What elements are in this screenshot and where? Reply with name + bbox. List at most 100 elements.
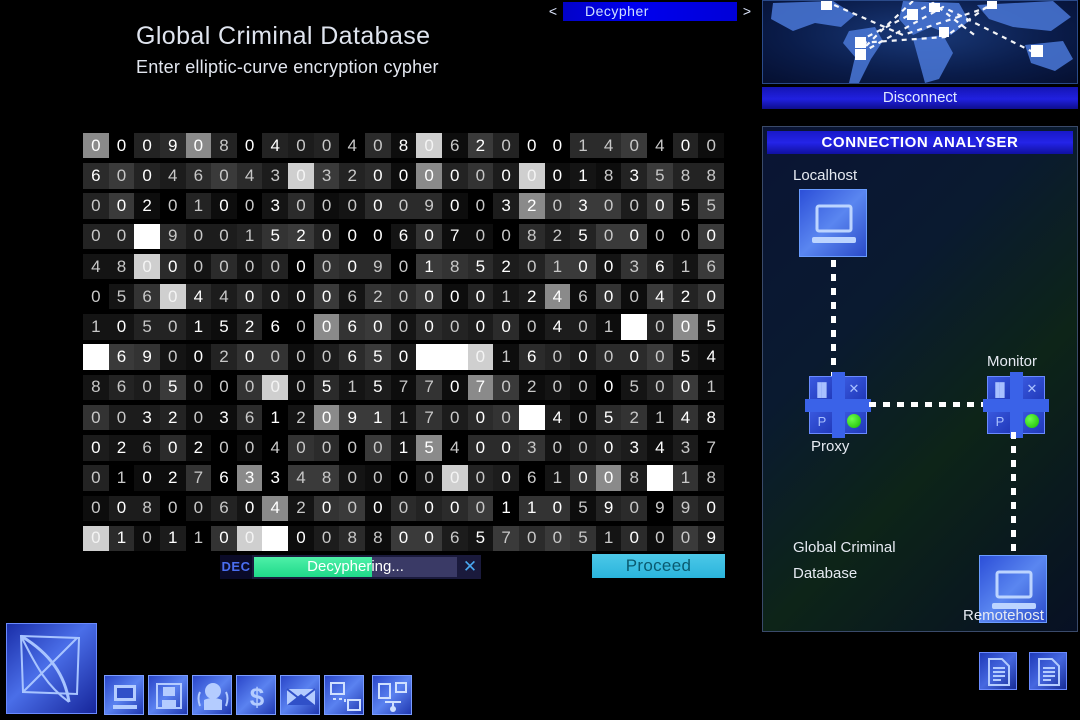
digit-cell[interactable]: 0 <box>159 435 186 461</box>
digit-cell[interactable]: 0 <box>647 344 673 370</box>
monitor-node[interactable]: ▐▌ ✕ P <box>983 372 1049 438</box>
digit-cell[interactable]: 2 <box>365 284 391 310</box>
digit-cell[interactable]: 2 <box>211 344 237 370</box>
digit-cell[interactable]: 0 <box>288 435 314 461</box>
digit-cell[interactable]: 0 <box>262 284 289 310</box>
digit-cell[interactable]: 9 <box>159 223 186 249</box>
digit-cell[interactable]: 0 <box>365 314 391 340</box>
digit-cell[interactable]: 4 <box>262 495 289 521</box>
digit-cell[interactable]: 0 <box>83 223 109 249</box>
digit-cell[interactable]: 0 <box>570 344 596 370</box>
digit-cell[interactable]: 6 <box>134 284 160 310</box>
digit-cell[interactable]: 2 <box>544 223 571 249</box>
digit-cell[interactable]: 0 <box>416 344 442 370</box>
digit-cell[interactable]: 5 <box>365 344 391 370</box>
connection-icon[interactable] <box>372 675 412 715</box>
digit-cell[interactable]: 0 <box>339 223 366 249</box>
digit-cell[interactable]: 1 <box>595 525 622 552</box>
digit-cell[interactable]: 0 <box>83 133 109 159</box>
digit-cell[interactable]: 0 <box>365 465 391 491</box>
digit-cell[interactable]: 0 <box>211 374 237 401</box>
digit-cell[interactable]: 0 <box>467 163 494 189</box>
cypher-digit-grid[interactable]: 0009080400408062000140400600460430320000… <box>83 133 724 556</box>
digit-cell[interactable]: 0 <box>518 525 545 552</box>
digit-cell[interactable]: 5 <box>672 344 699 370</box>
digit-cell[interactable]: 1 <box>672 253 699 280</box>
digit-cell[interactable]: 7 <box>185 465 212 491</box>
digit-cell[interactable]: 0 <box>647 223 673 249</box>
digit-cell[interactable]: 0 <box>441 163 468 189</box>
digit-cell[interactable]: 0 <box>544 435 571 461</box>
digit-cell[interactable]: 5 <box>570 223 596 249</box>
digit-cell[interactable]: 4 <box>288 465 314 491</box>
world-map-panel[interactable] <box>762 0 1078 84</box>
digit-cell[interactable]: 0 <box>544 133 571 159</box>
digit-cell[interactable]: 0 <box>288 525 314 552</box>
digit-cell[interactable]: 0 <box>83 525 109 552</box>
digit-cell[interactable]: 0 <box>339 495 366 521</box>
digit-cell[interactable]: 5 <box>416 435 442 461</box>
digit-cell[interactable]: 9 <box>365 253 391 280</box>
digit-cell[interactable]: 0 <box>467 404 494 431</box>
digit-cell[interactable]: 0 <box>236 133 263 159</box>
contacts-icon[interactable] <box>192 675 232 715</box>
digit-cell[interactable]: 0 <box>416 465 442 491</box>
digit-cell[interactable]: 0 <box>211 193 237 219</box>
digit-cell[interactable]: 4 <box>647 133 673 159</box>
digit-cell[interactable]: 0 <box>365 133 391 159</box>
digit-cell[interactable]: 4 <box>339 133 366 159</box>
digit-cell[interactable]: 1 <box>544 465 571 491</box>
digit-cell[interactable]: 0 <box>416 314 442 340</box>
digit-cell[interactable]: 0 <box>441 465 468 491</box>
digit-cell[interactable]: 1 <box>544 253 571 280</box>
digit-cell[interactable]: 0 <box>134 465 160 491</box>
digit-cell[interactable]: 0 <box>544 344 571 370</box>
digit-cell[interactable]: 0 <box>441 374 468 401</box>
digit-cell[interactable]: 0 <box>390 163 417 189</box>
digit-cell[interactable]: 0 <box>441 314 468 340</box>
digit-cell[interactable]: 0 <box>647 374 673 401</box>
digit-cell[interactable]: 0 <box>313 495 340 521</box>
digit-cell[interactable]: 0 <box>672 133 699 159</box>
digit-cell[interactable]: 0 <box>595 253 622 280</box>
digit-cell[interactable]: 0 <box>313 525 340 552</box>
digit-cell[interactable]: 6 <box>518 344 545 370</box>
digit-cell[interactable]: 0 <box>595 374 622 401</box>
digit-cell[interactable]: 8 <box>211 133 237 159</box>
digit-cell[interactable]: 1 <box>236 223 263 249</box>
digit-cell[interactable]: 0 <box>134 133 160 159</box>
digit-cell[interactable]: 4 <box>262 435 289 461</box>
digit-cell[interactable]: 8 <box>83 374 109 401</box>
digit-cell[interactable]: 0 <box>493 223 519 249</box>
digit-cell[interactable]: 6 <box>698 253 724 280</box>
digit-cell[interactable]: 4 <box>544 284 571 310</box>
digit-cell[interactable]: 0 <box>390 314 417 340</box>
digit-cell[interactable]: 0 <box>159 253 186 280</box>
digit-cell[interactable]: 0 <box>134 374 160 401</box>
digit-cell[interactable]: 7 <box>83 344 109 370</box>
digit-cell[interactable]: 8 <box>108 253 135 280</box>
digit-cell[interactable]: 1 <box>647 404 673 431</box>
digit-cell[interactable]: 1 <box>390 435 417 461</box>
digit-cell[interactable]: 8 <box>698 465 724 491</box>
digit-cell[interactable]: 0 <box>493 374 519 401</box>
digit-cell[interactable]: 0 <box>108 163 135 189</box>
digit-cell[interactable]: 7 <box>390 374 417 401</box>
digit-cell[interactable]: 0 <box>390 284 417 310</box>
digit-cell[interactable]: 0 <box>390 253 417 280</box>
digit-cell[interactable]: 0 <box>159 344 186 370</box>
digit-cell[interactable]: 4 <box>211 284 237 310</box>
digit-cell[interactable]: 0 <box>621 133 648 159</box>
digit-cell[interactable]: 0 <box>185 223 212 249</box>
digit-cell[interactable]: 7 <box>416 404 442 431</box>
digit-cell[interactable]: 1 <box>108 525 135 552</box>
digit-cell[interactable]: 1 <box>595 314 622 340</box>
digit-cell[interactable]: 1 <box>185 525 212 552</box>
digit-cell[interactable]: 0 <box>211 253 237 280</box>
digit-cell[interactable]: 0 <box>108 223 135 249</box>
digit-cell[interactable]: 0 <box>339 435 366 461</box>
digit-cell[interactable]: 0 <box>621 344 648 370</box>
digit-cell[interactable]: 6 <box>236 404 263 431</box>
digit-cell[interactable]: 1 <box>159 525 186 552</box>
digit-cell[interactable]: 0 <box>493 163 519 189</box>
